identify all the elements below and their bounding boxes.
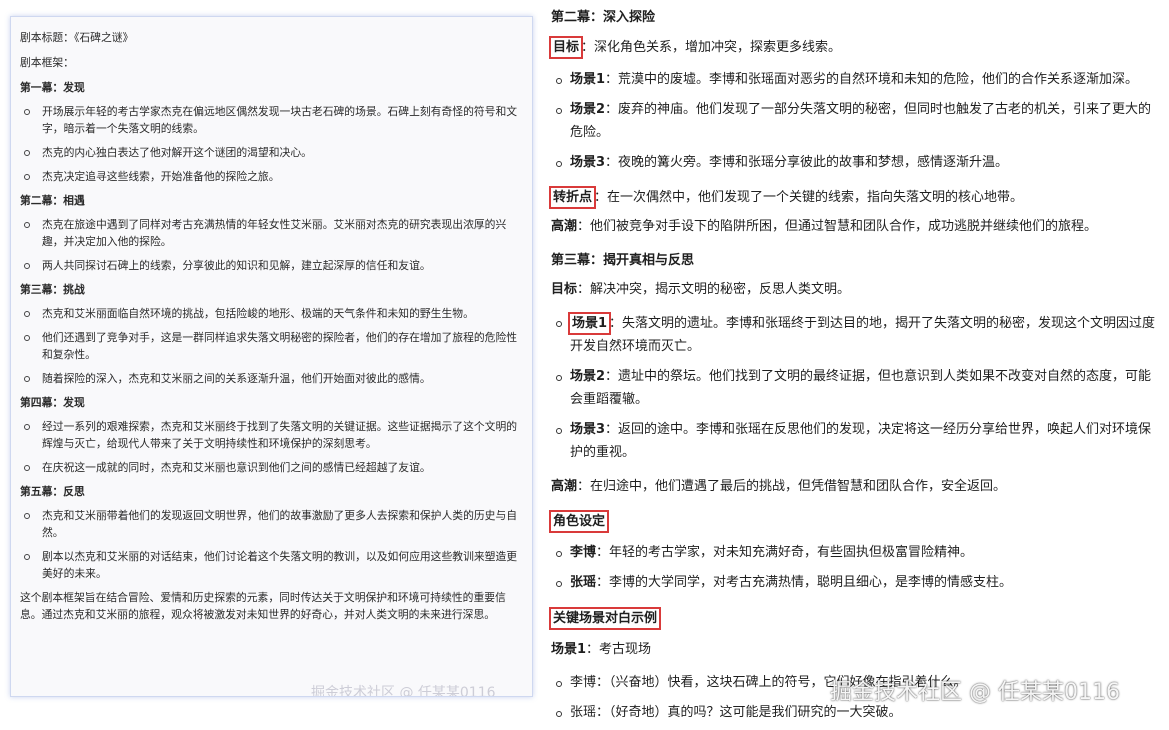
dialogue-title: 关键场景对白示例 xyxy=(549,607,1159,631)
list-item: 场景3：返回的途中。李博和张瑶在反思他们的发现，决定将这一经历分享给世界，唤起人… xyxy=(556,419,1158,464)
act2-goal: 目标 ：深化角色关系，增加冲突，探索更多线索。 xyxy=(549,36,1159,60)
act2-title: 第二幕：深入探险 xyxy=(551,10,656,25)
dialogue-title-highlight: 关键场景对白示例 xyxy=(549,607,662,630)
scene1-label-highlight: 场景1 xyxy=(568,312,612,335)
left-watermark: 掘金技术社区 @ 任某某0116 xyxy=(311,685,496,697)
list-item: 场景1 ：失落文明的遗址。李博和张瑶终于到达目的地，揭开了失落文明的秘密，发现这个… xyxy=(556,312,1158,358)
right-screenshot-panel: 第二幕：深入探险 目标 ：深化角色关系，增加冲突，探索更多线索。 场景1：荒漠中的… xyxy=(538,0,1169,730)
left-screenshot-panel: 剧本标题：《石碑之谜》 剧本框架： 第一幕：发现 开场展示年轻的考古学家杰克在偏… xyxy=(10,16,533,697)
act3-title: 第三幕：揭开真相与反思 xyxy=(551,253,695,268)
dialogue-scene: 场景1：考古现场 xyxy=(551,642,652,657)
act-title: 第一幕：发现 xyxy=(20,81,85,94)
act-title: 第五幕：反思 xyxy=(20,485,85,498)
list-item: 两人共同探讨石碑上的线索，分享彼此的知识和见解，建立起深厚的信任和友谊。 xyxy=(20,257,520,274)
list-item: 杰克在旅途中遇到了同样对考古充满热情的年轻女性艾米丽。艾米丽对杰克的研究表现出浓… xyxy=(20,216,520,250)
roles-title-highlight: 角色设定 xyxy=(549,510,610,533)
list-item: 随着探险的深入，杰克和艾米丽之间的关系逐渐升温，他们开始面对彼此的感情。 xyxy=(20,370,520,387)
list-item: 杰克决定追寻这些线索，开始准备他的探险之旅。 xyxy=(20,168,520,185)
script-frame-label: 剧本框架： xyxy=(20,56,74,69)
roles-title: 角色设定 xyxy=(549,510,1159,534)
list-item: 剧本以杰克和艾米丽的对话结束，他们讨论着这个失落文明的教训，以及如何应用这些教训… xyxy=(20,548,520,582)
summary-paragraph: 这个剧本框架旨在结合冒险、爱情和历史探索的元素，同时传达关于文明保护和环境可持续… xyxy=(20,591,506,621)
list-item: 场景2：遗址中的祭坛。他们找到了文明的最终证据，但也意识到人类如果不改变对自然的… xyxy=(556,366,1158,411)
list-item: 场景3：夜晚的篝火旁。李博和张瑶分享彼此的故事和梦想，感情逐渐升温。 xyxy=(556,152,1158,175)
act-list: 杰克在旅途中遇到了同样对考古充满热情的年轻女性艾米丽。艾米丽对杰克的研究表现出浓… xyxy=(20,216,520,274)
climax-2: 高潮：在归途中，他们遭遇了最后的挑战，但凭借智慧和团队合作，安全返回。 xyxy=(551,479,1007,494)
turning-label-highlight: 转折点 xyxy=(549,186,597,209)
list-item: 场景2：废弃的神庙。他们发现了一部分失落文明的秘密，但同时也触发了古老的机关，引… xyxy=(556,99,1158,144)
list-item: 场景1：荒漠中的废墟。李博和张瑶面对恶劣的自然环境和未知的危险，他们的合作关系逐… xyxy=(556,69,1158,92)
act3-goal: 目标：解决冲突，揭示文明的秘密，反思人类文明。 xyxy=(551,282,851,297)
list-item: 李博：年轻的考古学家，对未知充满好奇，有些固执但极富冒险精神。 xyxy=(556,542,1158,565)
turning-point: 转折点 ：在一次偶然中，他们发现了一个关键的线索，指向失落文明的核心地带。 xyxy=(549,186,1159,210)
act-list: 经过一系列的艰难探索，杰克和艾米丽终于找到了失落文明的关键证据。这些证据揭示了这… xyxy=(20,418,520,476)
list-item: 杰克的内心独白表达了他对解开这个谜团的渴望和决心。 xyxy=(20,144,520,161)
list-item: 经过一系列的艰难探索，杰克和艾米丽终于找到了失落文明的关键证据。这些证据揭示了这… xyxy=(20,418,520,452)
goal-label-highlight: 目标 xyxy=(549,36,584,59)
watermark: 掘金技术社区 @ 任某某0116 xyxy=(830,680,1120,705)
act-title: 第二幕：相遇 xyxy=(20,194,85,207)
act-list: 杰克和艾米丽带着他们的发现返回文明世界，他们的故事激励了更多人去探索和保护人类的… xyxy=(20,507,520,582)
climax-1: 高潮：他们被竞争对手设下的陷阱所困，但通过智慧和团队合作，成功逃脱并继续他们的旅… xyxy=(551,219,1098,234)
act-list: 杰克和艾米丽面临自然环境的挑战，包括险峻的地形、极端的天气条件和未知的野生生物。… xyxy=(20,305,520,387)
list-item: 杰克和艾米丽面临自然环境的挑战，包括险峻的地形、极端的天气条件和未知的野生生物。 xyxy=(20,305,520,322)
list-item: 杰克和艾米丽带着他们的发现返回文明世界，他们的故事激励了更多人去探索和保护人类的… xyxy=(20,507,520,541)
act-title: 第四幕：发现 xyxy=(20,396,85,409)
list-item: 开场展示年轻的考古学家杰克在偏远地区偶然发现一块古老石碑的场景。石碑上刻有奇怪的… xyxy=(20,103,520,137)
list-item: 张瑶：李博的大学同学，对考古充满热情，聪明且细心，是李博的情感支柱。 xyxy=(556,572,1158,595)
act-list: 开场展示年轻的考古学家杰克在偏远地区偶然发现一块古老石碑的场景。石碑上刻有奇怪的… xyxy=(20,103,520,185)
list-item: 在庆祝这一成就的同时，杰克和艾米丽也意识到他们之间的感情已经超越了友谊。 xyxy=(20,459,520,476)
script-title: 剧本标题：《石碑之谜》 xyxy=(20,31,134,44)
act-title: 第三幕：挑战 xyxy=(20,283,85,296)
list-item: 他们还遇到了竞争对手，这是一群同样追求失落文明秘密的探险者，他们的存在增加了旅程… xyxy=(20,329,520,363)
